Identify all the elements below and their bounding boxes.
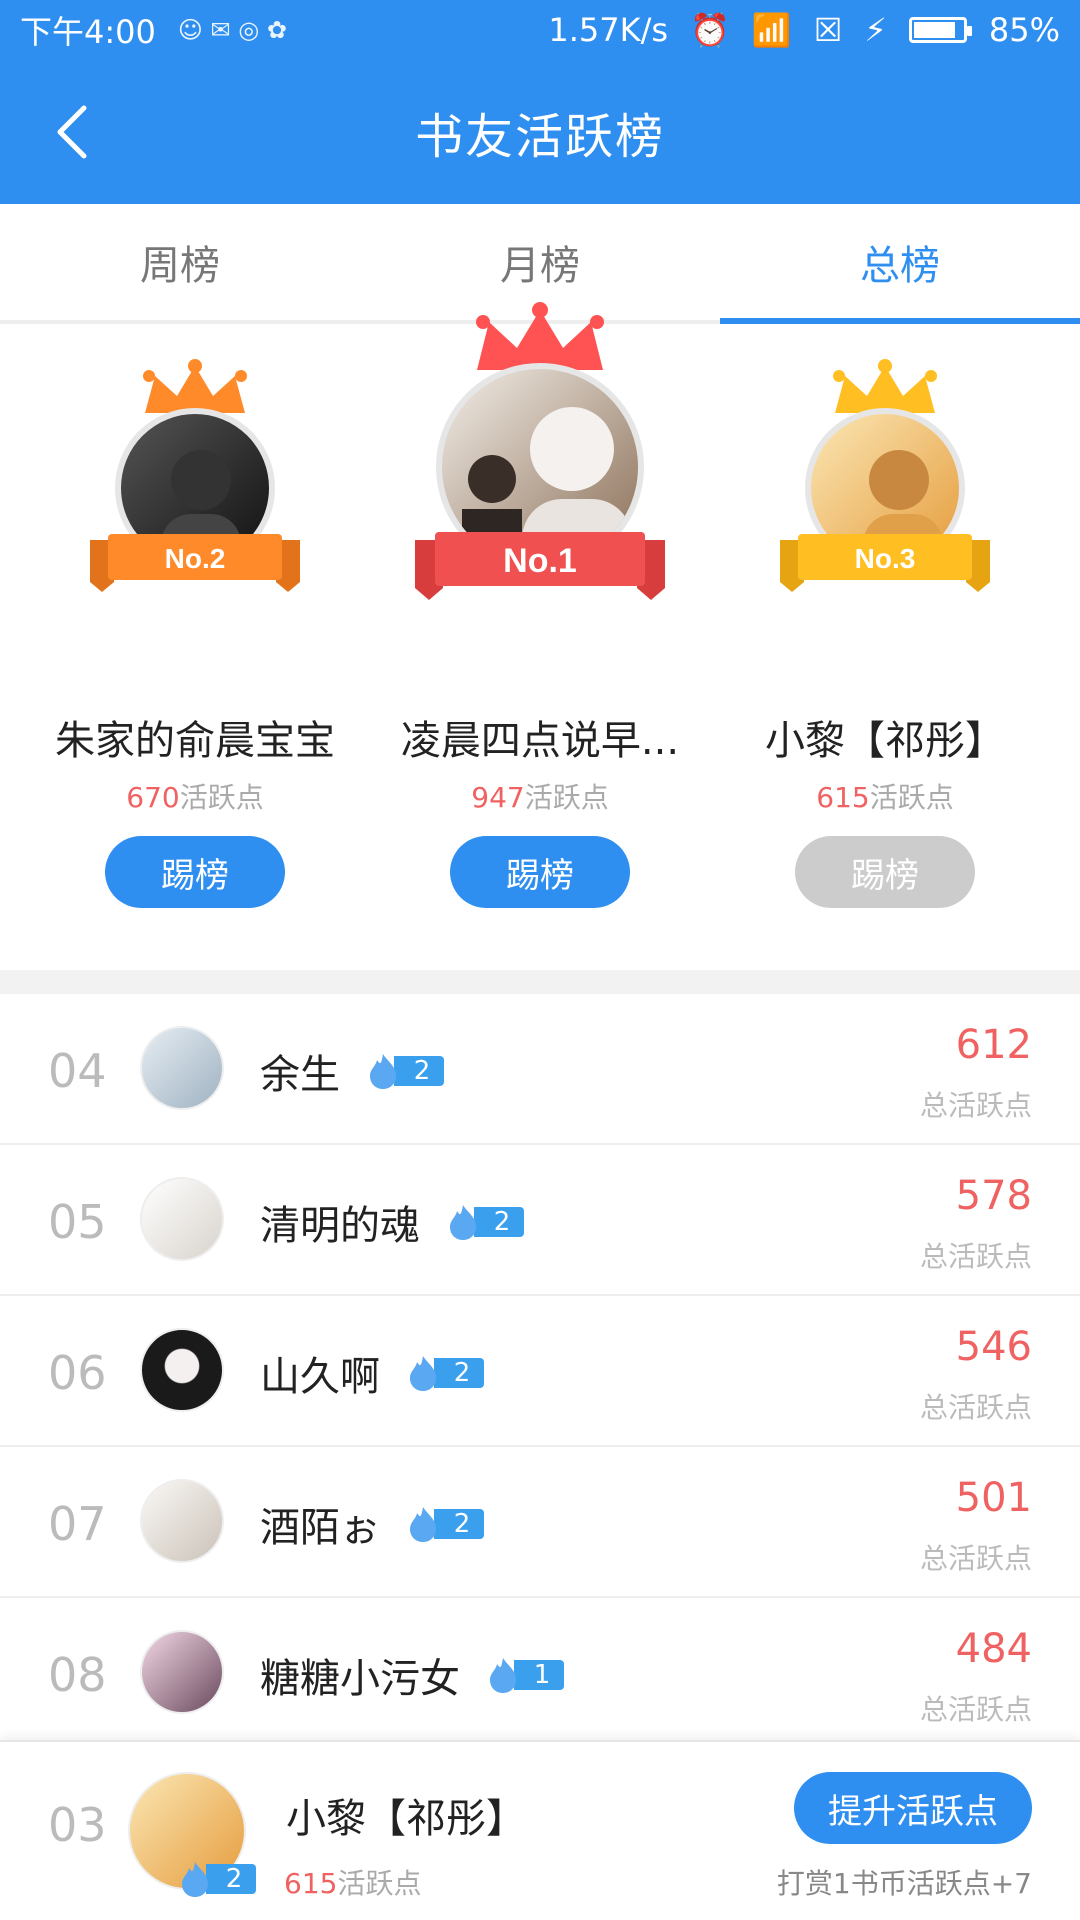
tab-weekly[interactable]: 周榜	[0, 204, 360, 320]
podium-name: 朱家的俞晨宝宝	[55, 718, 335, 764]
flame-icon	[450, 1205, 476, 1240]
list-item[interactable]: 07 酒陌ぉ 2 501 总活跃点	[0, 1447, 1080, 1598]
back-button[interactable]	[40, 100, 104, 164]
raise-activity-button[interactable]: 提升活跃点	[794, 1772, 1032, 1844]
list-item[interactable]: 08 糖糖小污女 1 484 总活跃点	[0, 1598, 1080, 1749]
kick-button[interactable]: 踢榜	[450, 836, 630, 908]
level-badge: 2	[406, 1507, 484, 1542]
points-label: 总活跃点	[919, 1240, 1032, 1273]
list-item[interactable]: 06 山久啊 2 546 总活跃点	[0, 1296, 1080, 1447]
rank-badge-text: No.2	[165, 543, 226, 574]
user-name: 糖糖小污女	[260, 1656, 460, 1702]
ribbon-badge: No.2	[90, 534, 300, 592]
points-value: 546	[955, 1324, 1032, 1370]
charging-icon: ⚡	[864, 11, 887, 49]
avatar[interactable]	[140, 1328, 224, 1412]
flame-icon	[370, 1054, 396, 1089]
level-badge: 2	[406, 1356, 484, 1391]
wifi-icon: 📶	[751, 11, 792, 49]
podium-name: 小黎【祁彤】	[765, 718, 1005, 764]
podium-name: 凌晨四点说早...	[400, 718, 680, 764]
rank-number: 07	[48, 1497, 107, 1551]
points-value: 484	[955, 1626, 1032, 1672]
kick-button[interactable]: 踢榜	[105, 836, 285, 908]
rank-badge-text: No.3	[855, 543, 916, 574]
my-rank-number: 03	[48, 1798, 107, 1852]
rank-list: 04 余生 2 612 总活跃点 05 清明的魂 2 578 总活跃点 06 山…	[0, 994, 1080, 1749]
podium-second: No.2 朱家的俞晨宝宝 670活跃点 踢榜	[15, 328, 375, 970]
podium-points: 670活跃点	[126, 781, 264, 814]
points-label: 总活跃点	[919, 1542, 1032, 1575]
points-label: 总活跃点	[919, 1089, 1032, 1122]
ribbon-badge: No.3	[780, 534, 990, 592]
app-header: 书友活跃榜	[0, 60, 1080, 204]
my-rank-bar: 03 2 小黎【祁彤】 615活跃点 提升活跃点 打赏1书币活跃点+7	[0, 1740, 1080, 1920]
flame-icon	[490, 1658, 516, 1693]
podium: No.2 朱家的俞晨宝宝 670活跃点 踢榜 No.1 凌晨四点说早... 94…	[0, 302, 1080, 970]
user-name: 山久啊	[260, 1354, 380, 1400]
kick-button-disabled[interactable]: 踢榜	[795, 836, 975, 908]
points-value: 578	[955, 1173, 1032, 1219]
user-name: 酒陌ぉ	[260, 1505, 380, 1551]
sim-icon: ☒	[813, 11, 843, 49]
avatar[interactable]	[140, 1177, 224, 1261]
rank-badge-text: No.1	[503, 542, 577, 580]
battery-icon	[908, 17, 972, 43]
list-item[interactable]: 04 余生 2 612 总活跃点	[0, 994, 1080, 1145]
chevron-left-icon	[57, 105, 87, 159]
notification-icons: ☺ ✉ ◎ ✿	[177, 16, 287, 44]
rank-number: 04	[48, 1044, 107, 1098]
podium-third: No.3 小黎【祁彤】 615活跃点 踢榜	[705, 328, 1065, 970]
reward-tip: 打赏1书币活跃点+7	[776, 1867, 1032, 1900]
status-time: 下午4:00	[20, 13, 156, 51]
level-badge: 1	[486, 1658, 564, 1693]
avatar[interactable]	[140, 1630, 224, 1714]
points-label: 总活跃点	[919, 1693, 1032, 1726]
podium-first: No.1 凌晨四点说早... 947活跃点 踢榜	[360, 302, 720, 970]
ribbon-badge: No.1	[415, 532, 665, 600]
status-bar: 下午4:00 ☺ ✉ ◎ ✿ 1.57K/s ⏰ 📶 ☒ ⚡ 85%	[0, 0, 1080, 60]
list-item[interactable]: 05 清明的魂 2 578 总活跃点	[0, 1145, 1080, 1296]
points-value: 612	[955, 1022, 1032, 1068]
section-divider	[0, 970, 1080, 994]
flame-icon	[410, 1507, 436, 1542]
points-label: 总活跃点	[919, 1391, 1032, 1424]
network-speed: 1.57K/s	[548, 11, 669, 49]
tab-total[interactable]: 总榜	[720, 204, 1080, 324]
battery-percent: 85%	[988, 11, 1060, 49]
page-title: 书友活跃榜	[414, 109, 665, 165]
podium-points: 947活跃点	[471, 781, 609, 814]
my-name: 小黎【祁彤】	[286, 1796, 526, 1842]
level-badge: 2	[178, 1862, 256, 1897]
alarm-icon: ⏰	[690, 11, 730, 49]
user-name: 清明的魂	[260, 1203, 420, 1249]
user-name: 余生	[260, 1052, 340, 1098]
rank-number: 05	[48, 1195, 107, 1249]
level-badge: 2	[366, 1054, 444, 1089]
podium-points: 615活跃点	[816, 781, 954, 814]
rank-number: 08	[48, 1648, 107, 1702]
points-value: 501	[955, 1475, 1032, 1521]
level-badge: 2	[446, 1205, 524, 1240]
avatar[interactable]	[140, 1479, 224, 1563]
rank-number: 06	[48, 1346, 107, 1400]
flame-icon	[410, 1356, 436, 1391]
flame-icon	[182, 1862, 208, 1897]
my-points: 615活跃点	[284, 1867, 422, 1900]
avatar[interactable]	[140, 1026, 224, 1110]
